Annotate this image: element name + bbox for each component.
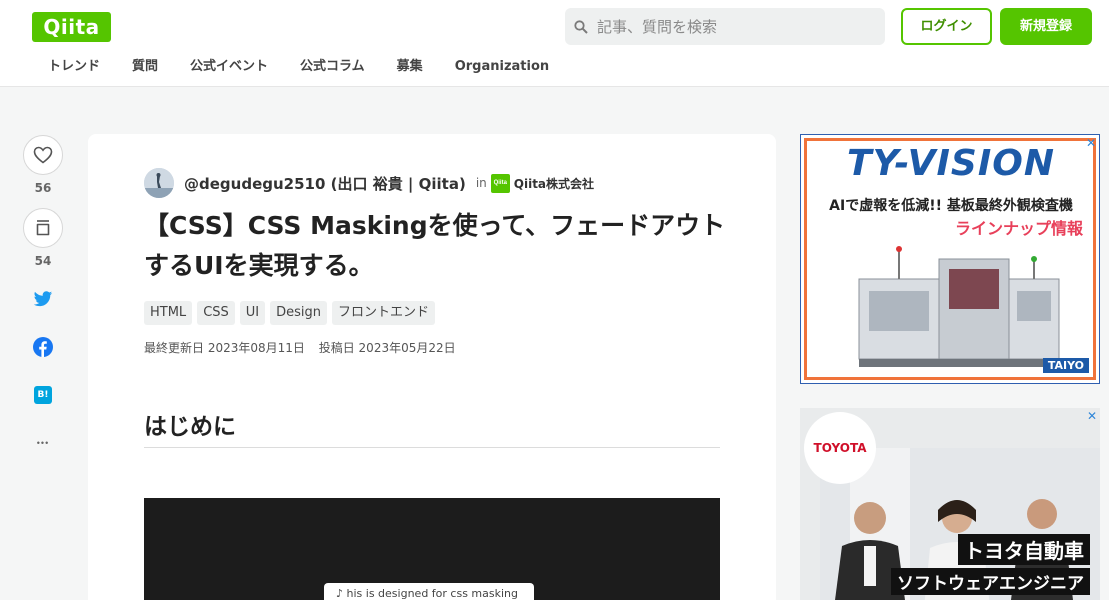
advertisement-toyota[interactable]: TOYOTA ✕ トヨタ自動車 ソフトウェアエンジニア [800, 408, 1100, 600]
more-icon: ••• [36, 438, 50, 448]
nav-recruitment[interactable]: 募集 [381, 56, 439, 78]
tag-html[interactable]: HTML [144, 301, 193, 325]
article-action-rail: 56 54 B! ••• [23, 135, 65, 455]
article-demo-image: ♪ his is designed for css masking [144, 498, 720, 600]
ad-company: トヨタ自動車 [958, 534, 1090, 565]
ad-close-icon[interactable]: ✕ [1086, 410, 1098, 422]
article-title: 【CSS】CSS Maskingを使って、フェードアウトするUIを実現する。 [144, 211, 726, 280]
share-facebook[interactable] [23, 335, 63, 359]
share-twitter[interactable] [23, 287, 63, 311]
author-row: @degudegu2510 (出口 裕貴 | Qiita) in Qiita Q… [144, 168, 594, 198]
main-nav: トレンド 質問 公式イベント 公式コラム 募集 Organization [32, 56, 565, 78]
qiita-logo[interactable]: Qiita [32, 12, 111, 42]
search-input[interactable] [597, 8, 877, 45]
hatena-bookmark-icon: B! [34, 386, 52, 404]
search-box[interactable] [565, 8, 885, 45]
share-hatena[interactable]: B! [23, 383, 63, 407]
tag-frontend[interactable]: フロントエンド [332, 301, 436, 325]
advertisement-taiyo[interactable]: ✕ TY-VISION AIで虚報を低減!! 基板最終外観検査機 ラインナップ情… [800, 134, 1100, 384]
site-header: Qiita ログイン 新規登録 トレンド 質問 公式イベント 公式コラム 募集 … [0, 0, 1109, 87]
more-actions-button[interactable]: ••• [23, 431, 63, 455]
like-button[interactable] [23, 135, 63, 175]
tag-design[interactable]: Design [270, 301, 328, 325]
nav-organization[interactable]: Organization [439, 56, 565, 78]
stock-count: 54 [34, 254, 52, 268]
login-button[interactable]: ログイン [901, 8, 992, 45]
search-icon [574, 20, 588, 34]
nav-trend[interactable]: トレンド [32, 56, 116, 78]
signup-button[interactable]: 新規登録 [1000, 8, 1092, 45]
ad-brand: TY-VISION [847, 143, 1055, 184]
article-card: @degudegu2510 (出口 裕貴 | Qiita) in Qiita Q… [88, 134, 776, 600]
updated-date: 最終更新日 2023年08月11日 [144, 341, 305, 355]
nav-official-events[interactable]: 公式イベント [174, 56, 284, 78]
article-dates: 最終更新日 2023年08月11日 投稿日 2023年05月22日 [144, 339, 466, 356]
author-avatar[interactable] [144, 168, 174, 198]
facebook-icon [33, 337, 53, 357]
in-label: in [475, 176, 487, 190]
avatar-image [144, 168, 174, 198]
author-name[interactable]: @degudegu2510 (出口 裕貴 | Qiita) [184, 173, 466, 194]
stock-icon [36, 220, 50, 236]
taiyo-logo: TAIYO [1042, 358, 1089, 373]
organization-logo[interactable]: Qiita [490, 173, 510, 193]
toyota-logo: TOYOTA [804, 412, 876, 484]
tag-ui[interactable]: UI [239, 301, 266, 325]
twitter-icon [33, 290, 53, 306]
inspection-machine-image [858, 246, 1060, 367]
section-heading: はじめに [144, 407, 720, 448]
nav-questions[interactable]: 質問 [116, 56, 174, 78]
demo-caption: ♪ his is designed for css masking [324, 583, 534, 600]
heart-icon [33, 146, 53, 164]
like-count: 56 [34, 181, 52, 195]
nav-official-columns[interactable]: 公式コラム [284, 56, 381, 78]
stock-button[interactable] [23, 208, 63, 248]
tag-list: HTML CSS UI Design フロントエンド [144, 301, 440, 325]
ad-job-title: ソフトウェアエンジニア [891, 568, 1090, 595]
ad-headline: AIで虚報を低減!! 基板最終外観検査機 [829, 198, 1073, 214]
tag-css[interactable]: CSS [197, 301, 235, 325]
ad-subheadline: ラインナップ情報 [954, 219, 1083, 238]
posted-date: 投稿日 2023年05月22日 [318, 341, 456, 355]
organization-name[interactable]: Qiita株式会社 [514, 175, 594, 192]
